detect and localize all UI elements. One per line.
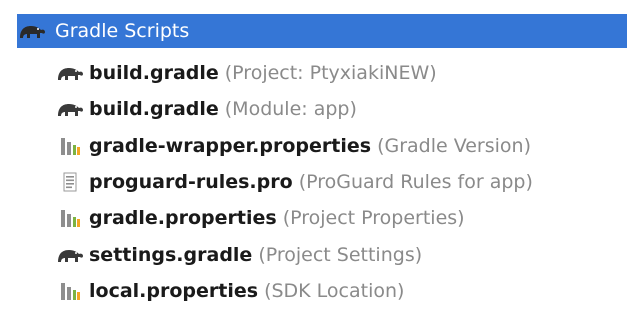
tree-item-proguard-rules-pro[interactable]: proguard-rules.pro (ProGuard Rules for ap… xyxy=(55,165,533,199)
tree-item-gradle-wrapper-properties[interactable]: gradle-wrapper.properties (Gradle Version… xyxy=(55,129,531,163)
properties-file-icon xyxy=(55,279,85,303)
tree-item-local-properties[interactable]: local.properties (SDK Location) xyxy=(55,274,404,308)
file-hint: (ProGuard Rules for app) xyxy=(298,171,533,193)
tree-item-gradle-properties[interactable]: gradle.properties (Project Properties) xyxy=(55,201,465,235)
file-hint: (Project: PtyxiakiNEW) xyxy=(224,62,437,84)
file-hint: (Project Properties) xyxy=(282,207,465,229)
file-hint: (Project Settings) xyxy=(258,244,423,266)
gradle-elephant-icon xyxy=(55,97,85,121)
file-name: settings.gradle xyxy=(89,244,253,266)
properties-file-icon xyxy=(55,134,85,158)
tree-item-build-gradle[interactable]: build.gradle (Module: app) xyxy=(55,92,357,126)
file-name: proguard-rules.pro xyxy=(89,171,293,193)
text-file-icon xyxy=(55,170,85,194)
tree-item-build-gradle[interactable]: build.gradle (Project: PtyxiakiNEW) xyxy=(55,56,437,90)
tree-node-gradle-scripts[interactable]: Gradle Scripts xyxy=(17,14,627,48)
tree-item-settings-gradle[interactable]: settings.gradle (Project Settings) xyxy=(55,238,422,272)
file-name: gradle-wrapper.properties xyxy=(89,135,372,157)
gradle-elephant-icon xyxy=(17,19,47,43)
file-name: build.gradle xyxy=(89,98,219,120)
file-name: local.properties xyxy=(89,280,259,302)
gradle-elephant-icon xyxy=(55,243,85,267)
file-hint: (Module: app) xyxy=(224,98,357,120)
gradle-elephant-icon xyxy=(55,61,85,85)
file-hint: (Gradle Version) xyxy=(377,135,532,157)
file-name: gradle.properties xyxy=(89,207,277,229)
properties-file-icon xyxy=(55,206,85,230)
file-name: build.gradle xyxy=(89,62,219,84)
tree-node-label: Gradle Scripts xyxy=(55,20,190,42)
file-hint: (SDK Location) xyxy=(264,280,405,302)
